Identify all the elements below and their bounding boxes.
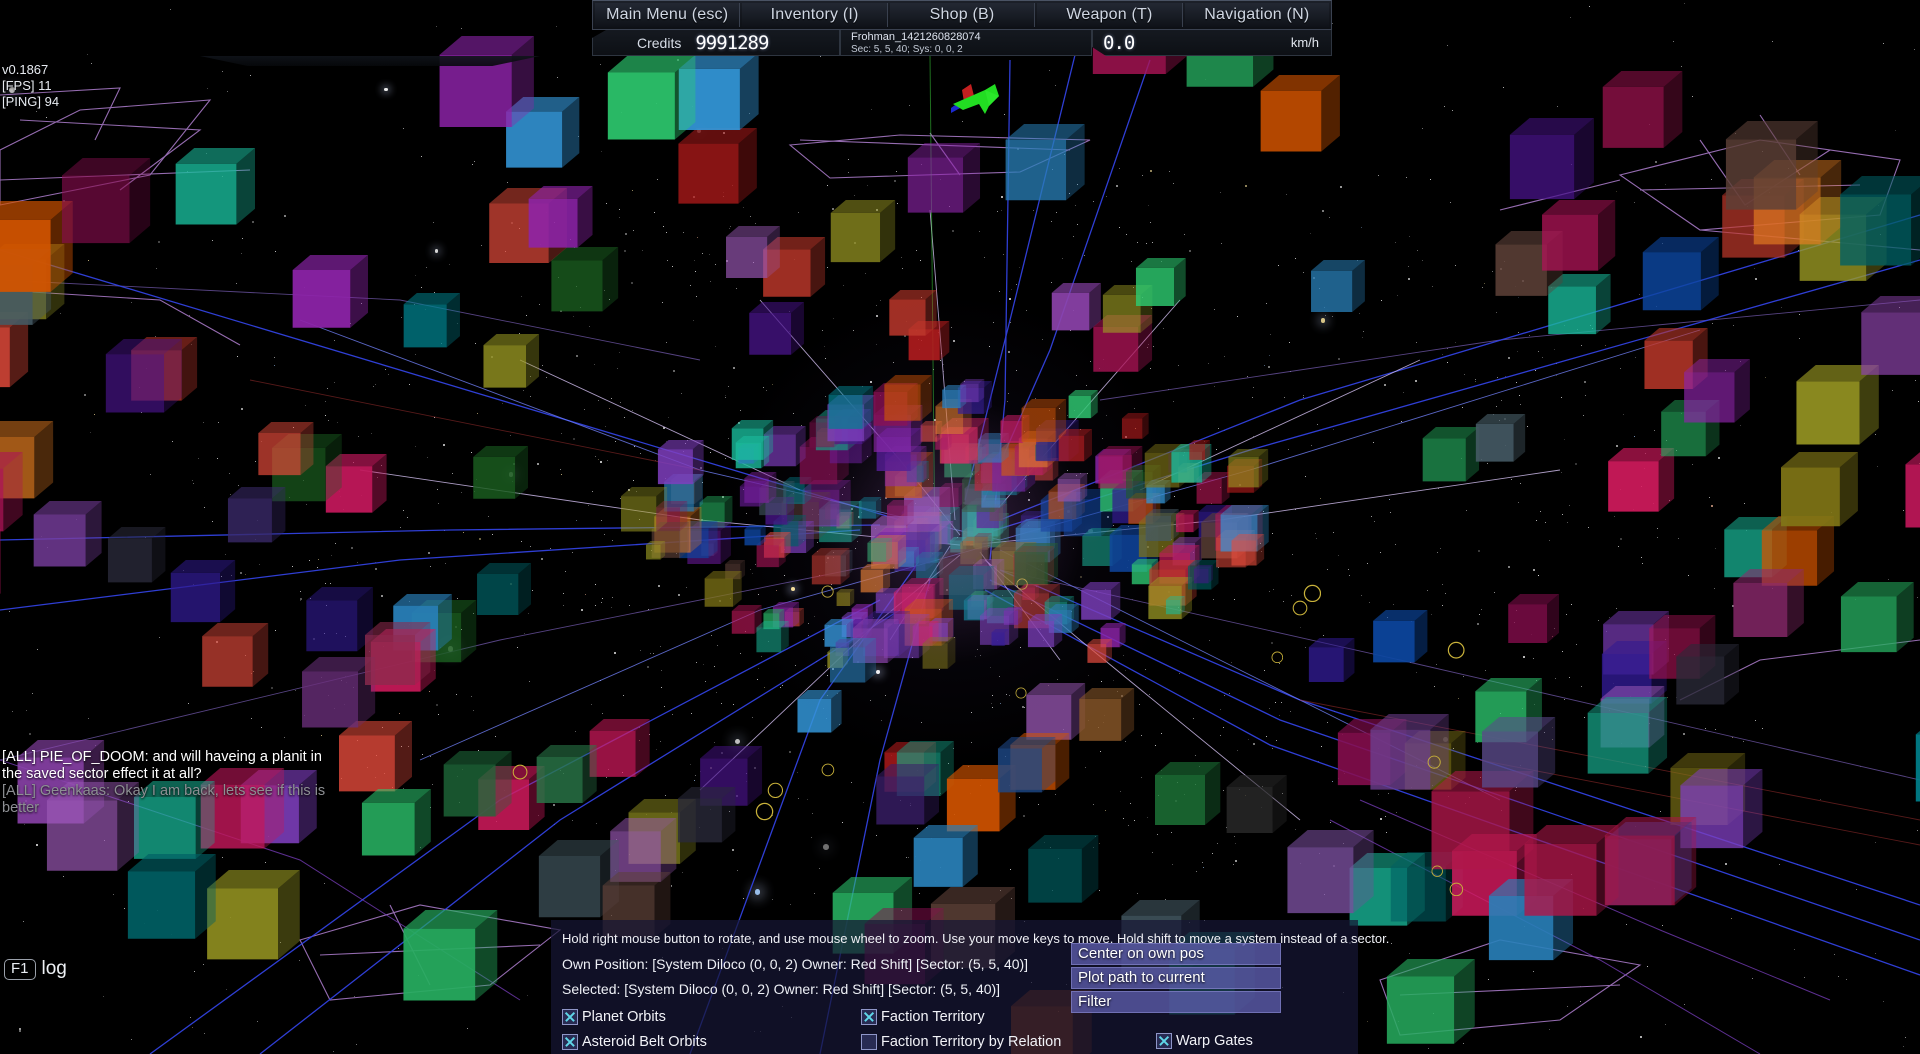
checkbox-label: Faction Territory [881, 1009, 985, 1025]
checkbox-planet-orbits[interactable] [562, 1009, 578, 1025]
credits-value: 9991289 [695, 31, 769, 54]
map-filter-column-1: Planet Orbits Asteroid Belt Orbits Orbit… [562, 1006, 707, 1054]
checkbox-row-asteroid-belt-orbits[interactable]: Asteroid Belt Orbits [562, 1031, 707, 1053]
menu-item-main-menu[interactable]: Main Menu (esc) [595, 3, 741, 27]
speed-value: 0.0 [1103, 31, 1135, 54]
checkbox-faction-territory[interactable] [861, 1009, 877, 1025]
fps-label: [FPS] 11 [2, 78, 52, 93]
galaxy-map-viewport[interactable] [0, 0, 1920, 1054]
plot-path-to-current-button[interactable]: Plot path to current [1071, 967, 1281, 989]
credits-plate: Credits 9991289 [592, 30, 840, 56]
player-ship-marker [951, 84, 999, 114]
menu-item-navigation[interactable]: Navigation (N) [1184, 3, 1330, 27]
sector-coordinates: Sec: 5, 5, 40; Sys: 0, 0, 2 [851, 44, 963, 55]
map-filter-column-2: Faction Territory Faction Territory by R… [861, 1006, 1061, 1054]
chat-log: [ALL] PIE_OF_DOOM: and will haveing a pl… [2, 749, 332, 817]
checkbox-asteroid-belt-orbits[interactable] [562, 1034, 578, 1050]
hud-notch [200, 56, 540, 66]
sector-cubes [0, 0, 1920, 1054]
log-label: log [41, 958, 67, 979]
checkbox-faction-territory-by-relation[interactable] [861, 1034, 877, 1050]
checkbox-label: Warp Gates [1176, 1033, 1253, 1049]
game-screen: Main Menu (esc) Inventory (I) Shop (B) W… [0, 0, 1920, 1054]
checkbox-row-faction-territory-by-relation[interactable]: Faction Territory by Relation [861, 1031, 1061, 1053]
player-sector-plate: Frohman_1421260828074 Sec: 5, 5, 40; Sys… [840, 30, 1092, 56]
version-label: v0.1867 [2, 62, 49, 77]
debug-stats: v0.1867 [FPS] 11 [PING] 94 [2, 62, 59, 110]
center-on-own-pos-button[interactable]: Center on own pos [1071, 943, 1281, 965]
f1-key-badge: F1 [4, 958, 36, 980]
checkbox-label: Planet Orbits [582, 1009, 666, 1025]
menu-item-inventory[interactable]: Inventory (I) [742, 3, 888, 27]
top-hud: Main Menu (esc) Inventory (I) Shop (B) W… [592, 0, 1332, 56]
checkbox-row-faction-territory[interactable]: Faction Territory [861, 1006, 1061, 1028]
checkbox-warp-gates[interactable] [1156, 1033, 1172, 1049]
chat-message: [ALL] PIE_OF_DOOM: and will haveing a pl… [2, 749, 322, 782]
checkbox-row-planet-orbits[interactable]: Planet Orbits [562, 1006, 707, 1028]
checkbox-row-warp-gates[interactable]: Warp Gates [1156, 1030, 1253, 1052]
hud-menu-bar: Main Menu (esc) Inventory (I) Shop (B) W… [592, 0, 1332, 30]
filter-button[interactable]: Filter [1071, 991, 1281, 1013]
speed-plate: 0.0 km/h [1092, 30, 1332, 56]
ping-label: [PING] 94 [2, 94, 60, 109]
hud-status-bar: Credits 9991289 Frohman_1421260828074 Se… [592, 30, 1332, 56]
log-shortcut[interactable]: F1 log [4, 958, 67, 980]
checkbox-label: Faction Territory by Relation [881, 1034, 1062, 1050]
selected-system-text: Selected: [System Diloco (0, 0, 2) Owner… [562, 981, 1001, 997]
checkbox-label: Asteroid Belt Orbits [582, 1034, 707, 1050]
menu-item-shop[interactable]: Shop (B) [889, 3, 1036, 27]
credits-label: Credits [637, 34, 682, 51]
chat-message: [ALL] Geenkaas: Okay I am back, lets see… [2, 783, 326, 816]
player-name: Frohman_1421260828074 [851, 31, 981, 43]
own-position-text: Own Position: [System Diloco (0, 0, 2) O… [562, 956, 1029, 972]
map-action-buttons: Center on own pos Plot path to current F… [1071, 943, 1281, 1015]
speed-unit: km/h [1290, 35, 1319, 50]
map-filter-column-3: Warp Gates [1156, 1030, 1253, 1054]
menu-item-weapon[interactable]: Weapon (T) [1037, 3, 1183, 27]
